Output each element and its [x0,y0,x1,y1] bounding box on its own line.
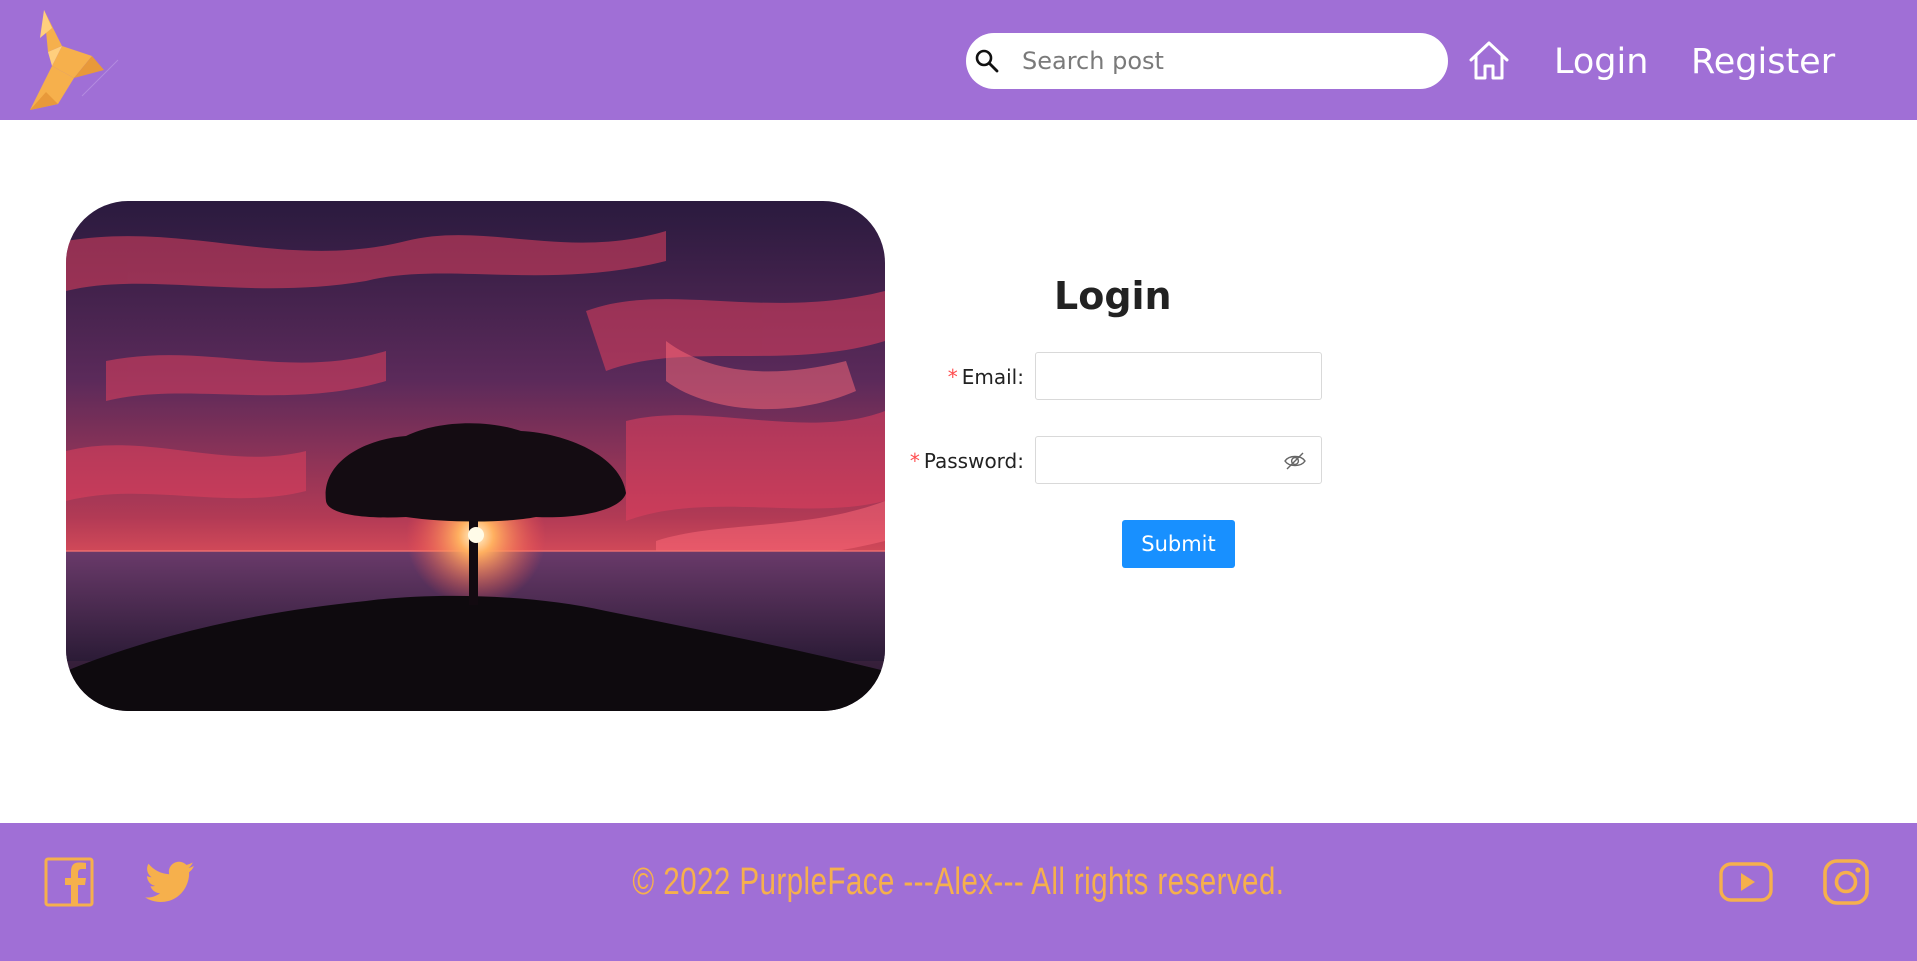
twitter-icon[interactable] [145,857,195,907]
password-field [1035,436,1322,484]
nav-register-link[interactable]: Register [1691,38,1835,86]
site-header: Login Register [0,0,1917,120]
copyright-text: © 2022 PurpleFace ---Alex--- All rights … [632,861,1285,903]
email-input[interactable] [1036,353,1321,399]
password-input[interactable] [1036,437,1276,483]
required-mark: * [909,449,920,473]
home-icon[interactable] [1466,38,1512,84]
youtube-icon[interactable] [1719,858,1773,906]
instagram-icon[interactable] [1822,858,1870,906]
sunset-tree-illustration [66,201,885,711]
facebook-icon[interactable] [44,857,94,907]
hero-image [66,201,885,711]
password-label-text: Password [923,449,1018,473]
eye-invisible-icon[interactable] [1283,449,1307,473]
search-input[interactable] [1022,43,1422,79]
email-label-text: Email [961,365,1018,389]
origami-bird-logo[interactable] [22,8,122,116]
password-label: * Password: [909,449,1024,473]
search-bar [966,33,1448,89]
site-footer: © 2022 PurpleFace ---Alex--- All rights … [0,823,1917,961]
email-label: * Email: [947,365,1024,389]
email-field [1035,352,1322,400]
submit-button[interactable]: Submit [1122,520,1235,568]
nav-login-link[interactable]: Login [1554,38,1648,86]
form-title: Login [1054,274,1172,318]
required-mark: * [947,365,958,389]
search-icon[interactable] [974,48,1000,74]
